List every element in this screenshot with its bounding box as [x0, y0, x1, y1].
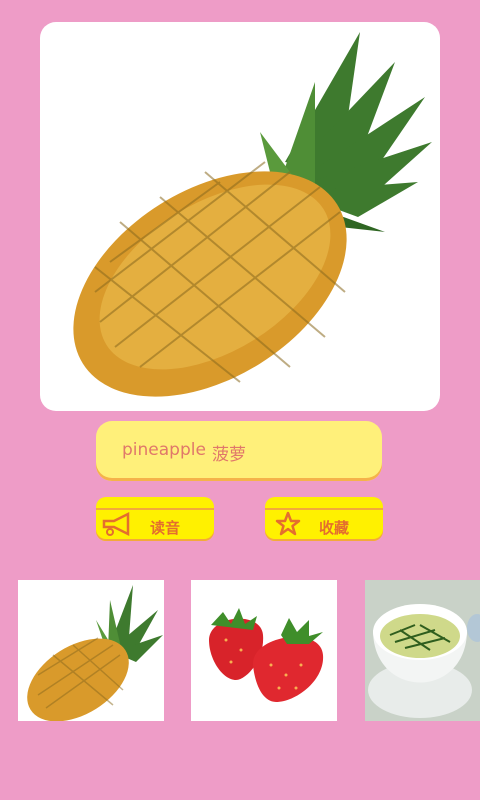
main-image-card — [40, 22, 440, 411]
star-icon — [275, 511, 301, 536]
favorite-button[interactable]: 收藏 — [265, 497, 383, 541]
strawberry-thumbnail — [209, 608, 324, 702]
word-chinese: 菠萝 — [212, 445, 246, 465]
megaphone-icon — [102, 512, 130, 536]
word-english: pineapple — [122, 440, 206, 460]
thumbnail-pineapple[interactable] — [18, 580, 164, 721]
tea-cup-thumbnail — [368, 604, 480, 718]
button-divider — [265, 508, 383, 510]
read-aloud-button[interactable]: 读音 — [96, 497, 214, 541]
thumbnail-strawberry[interactable] — [191, 580, 337, 721]
read-aloud-label: 读音 — [150, 519, 181, 537]
pineapple-thumbnail — [27, 585, 163, 721]
pineapple-image — [73, 32, 432, 397]
word-display: pineapple 菠萝 — [96, 421, 382, 481]
favorite-label: 收藏 — [319, 519, 350, 537]
button-divider — [96, 508, 214, 510]
thumbnail-green-tea[interactable] — [365, 580, 480, 721]
